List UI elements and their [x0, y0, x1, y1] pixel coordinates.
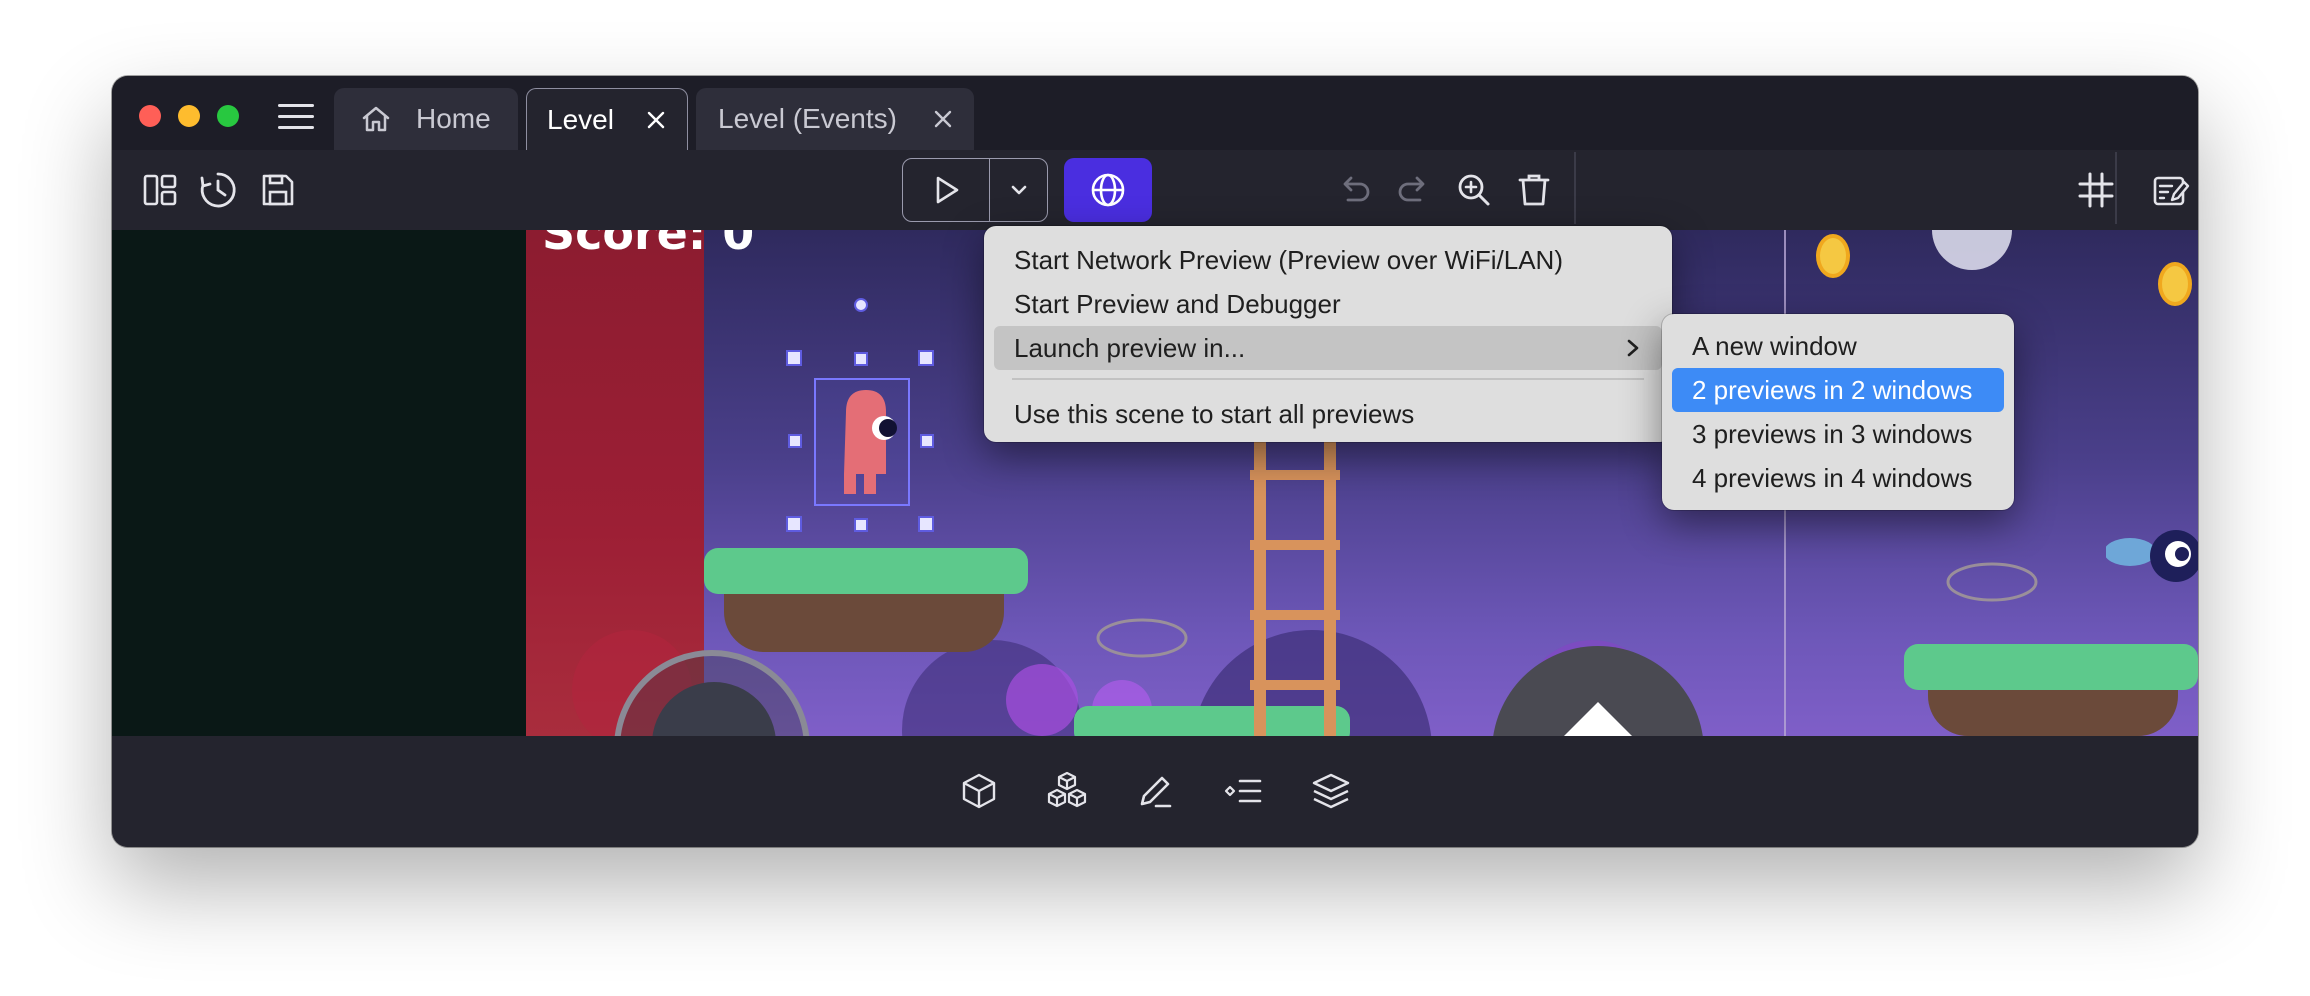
submenu-item-3-previews[interactable]: 3 previews in 3 windows: [1672, 412, 2004, 456]
objects-group-icon[interactable]: [1046, 770, 1088, 812]
zoom-icon[interactable]: [1454, 170, 1494, 210]
resize-handle[interactable]: [920, 434, 934, 448]
player-object[interactable]: [824, 382, 904, 502]
menu-item-start-network-preview[interactable]: Start Network Preview (Preview over WiFi…: [994, 238, 1662, 282]
chevron-down-icon: [1011, 185, 1026, 195]
menu-separator: [1012, 378, 1644, 380]
close-window-button[interactable]: [139, 105, 161, 127]
tab-level[interactable]: Level: [526, 88, 688, 150]
coin-object[interactable]: [1816, 234, 1850, 278]
tab-home-label: Home: [416, 103, 491, 134]
trash-icon[interactable]: [1514, 170, 1554, 210]
platform-object[interactable]: [704, 548, 1028, 658]
menu-item-label: Use this scene to start all previews: [1014, 398, 1415, 429]
submenu-item-label: 3 previews in 3 windows: [1692, 418, 1973, 449]
properties-list-icon[interactable]: [1222, 770, 1264, 812]
tab-level-label: Level: [547, 103, 614, 135]
edit-icon[interactable]: [1134, 770, 1176, 812]
play-icon: [936, 176, 959, 204]
close-tab-icon[interactable]: [643, 107, 669, 133]
redo-icon[interactable]: [1394, 170, 1434, 210]
jump-arrow-icon: [1564, 702, 1632, 736]
coin-object[interactable]: [2158, 262, 2192, 306]
ladder-object[interactable]: [1250, 440, 1340, 736]
resize-handle[interactable]: [918, 516, 934, 532]
save-icon[interactable]: [258, 170, 298, 210]
submenu-item-label: 2 previews in 2 windows: [1692, 374, 1973, 405]
flying-enemy-object[interactable]: [2106, 526, 2198, 596]
menu-item-label: Start Preview and Debugger: [1014, 288, 1341, 319]
minimize-window-button[interactable]: [178, 105, 200, 127]
edit-settings-icon[interactable]: [2150, 170, 2190, 210]
resize-handle[interactable]: [786, 516, 802, 532]
tab-level-events[interactable]: Level (Events): [696, 88, 974, 150]
preview-button-group: [902, 158, 1048, 222]
menu-item-label: Start Network Preview (Preview over WiFi…: [1014, 244, 1563, 275]
menu-item-launch-preview-in[interactable]: Launch preview in...: [994, 326, 1662, 370]
network-preview-button[interactable]: [1064, 158, 1152, 222]
resize-handle[interactable]: [786, 350, 802, 366]
grid-icon[interactable]: [2076, 170, 2116, 210]
history-icon[interactable]: [198, 170, 238, 210]
menu-item-label: Launch preview in...: [1014, 332, 1246, 363]
layers-icon[interactable]: [1310, 770, 1352, 812]
tab-level-events-label: Level (Events): [718, 103, 897, 134]
close-tab-icon[interactable]: [930, 106, 956, 132]
resize-handle[interactable]: [918, 350, 934, 366]
chevron-right-icon: [1627, 339, 1639, 357]
platform-object[interactable]: [1904, 644, 2198, 736]
rotation-handle[interactable]: [854, 298, 868, 312]
resize-handle[interactable]: [854, 518, 868, 532]
preview-options-button[interactable]: [989, 159, 1047, 221]
globe-icon: [1091, 173, 1125, 207]
submenu-item-label: 4 previews in 4 windows: [1692, 462, 1973, 493]
bottom-toolbar: [112, 736, 2198, 847]
toolbar-separator: [1574, 152, 1576, 224]
resize-handle[interactable]: [788, 434, 802, 448]
menu-item-start-preview-debugger[interactable]: Start Preview and Debugger: [994, 282, 1662, 326]
submenu-item-new-window[interactable]: A new window: [1672, 324, 2004, 368]
menu-item-use-scene-for-previews[interactable]: Use this scene to start all previews: [994, 392, 1662, 436]
zoom-window-button[interactable]: [217, 105, 239, 127]
home-icon: [362, 106, 390, 132]
tab-home[interactable]: Home: [334, 88, 518, 150]
object-icon[interactable]: [958, 770, 1000, 812]
preview-options-menu: Start Network Preview (Preview over WiFi…: [984, 226, 1672, 442]
resize-handle[interactable]: [854, 352, 868, 366]
toolbar-separator: [2115, 152, 2117, 224]
submenu-item-4-previews[interactable]: 4 previews in 4 windows: [1672, 456, 2004, 500]
undo-icon[interactable]: [1334, 170, 1374, 210]
submenu-item-label: A new window: [1692, 330, 1857, 361]
panels-icon[interactable]: [140, 170, 180, 210]
submenu-item-2-previews[interactable]: 2 previews in 2 windows: [1672, 368, 2004, 412]
launch-preview-submenu: A new window 2 previews in 2 windows 3 p…: [1662, 314, 2014, 510]
toolbar: [112, 150, 2198, 230]
title-bar: Home Level Level (Events): [112, 76, 2198, 150]
preview-button[interactable]: [903, 159, 989, 221]
hamburger-menu-icon[interactable]: [278, 104, 314, 130]
